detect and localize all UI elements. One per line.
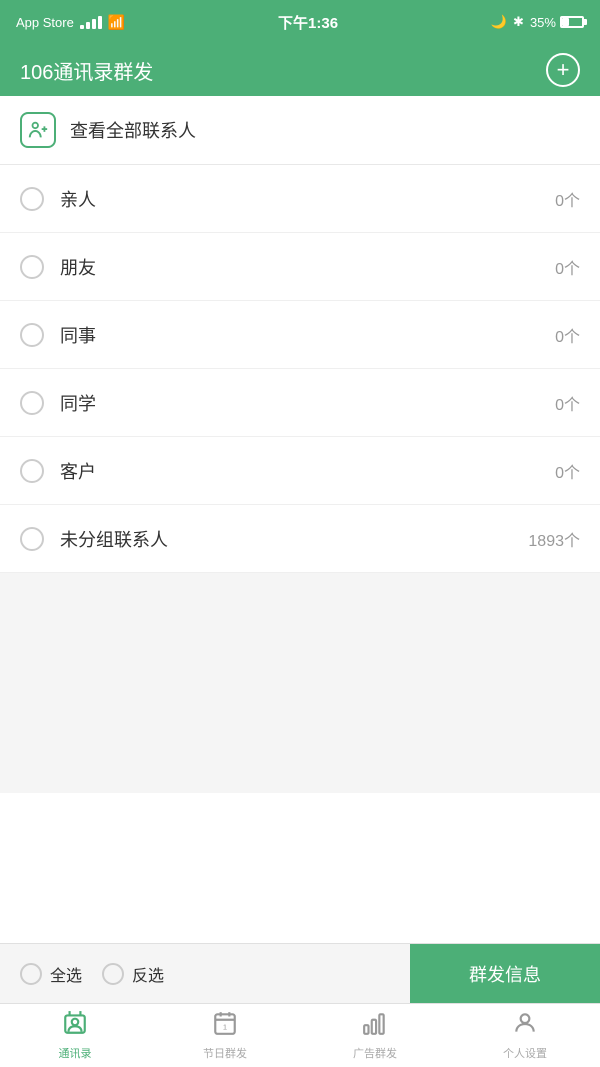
- group-item-3[interactable]: 同学 0个: [0, 369, 600, 437]
- bluetooth-icon: ✱: [513, 14, 524, 30]
- tab-holiday[interactable]: 1 节日群发: [150, 1004, 300, 1067]
- status-bar: App Store 📶 下午1:36 🌙 ✱ 35%: [0, 0, 600, 44]
- svg-text:1: 1: [223, 1023, 227, 1032]
- group-name-1: 朋友: [60, 254, 539, 280]
- page-title: 106通讯录群发: [20, 56, 153, 85]
- moon-icon: 🌙: [491, 14, 507, 30]
- wifi-icon: 📶: [108, 14, 125, 31]
- select-all-label: 全选: [50, 962, 82, 986]
- group-name-0: 亲人: [60, 186, 539, 212]
- group-count-5: 1893个: [528, 527, 580, 551]
- radio-ungrouped[interactable]: [20, 527, 44, 551]
- tab-holiday-icon: 1: [212, 1010, 238, 1041]
- radio-pengyou[interactable]: [20, 255, 44, 279]
- group-list: 亲人 0个 朋友 0个 同事 0个 同学 0个: [0, 165, 600, 573]
- tab-settings-label: 个人设置: [503, 1045, 547, 1061]
- select-all-item[interactable]: 全选: [20, 962, 82, 986]
- carrier-label: App Store: [16, 15, 74, 30]
- invert-select-item[interactable]: 反选: [102, 962, 164, 986]
- group-count-0: 0个: [555, 187, 580, 211]
- send-message-button[interactable]: 群发信息: [410, 944, 600, 1004]
- signal-icon: [80, 16, 102, 29]
- radio-tongshi[interactable]: [20, 323, 44, 347]
- radio-tongxue[interactable]: [20, 391, 44, 415]
- all-contacts-label: 查看全部联系人: [70, 117, 196, 143]
- tab-contacts[interactable]: 通讯录: [0, 1004, 150, 1067]
- group-item-2[interactable]: 同事 0个: [0, 301, 600, 369]
- group-name-3: 同学: [60, 390, 539, 416]
- group-name-5: 未分组联系人: [60, 526, 512, 552]
- group-item-4[interactable]: 客户 0个: [0, 437, 600, 505]
- tab-settings[interactable]: 个人设置: [450, 1004, 600, 1067]
- tab-contacts-icon: [62, 1010, 88, 1041]
- page-root: App Store 📶 下午1:36 🌙 ✱ 35% 106通讯录群发 +: [0, 0, 600, 1067]
- tab-holiday-label: 节日群发: [203, 1045, 247, 1061]
- group-name-2: 同事: [60, 322, 539, 348]
- battery-icon: [560, 16, 584, 28]
- all-contacts-row[interactable]: 查看全部联系人: [0, 96, 600, 165]
- tab-bar: 通讯录 1 节日群发 广告群发: [0, 1003, 600, 1067]
- content-list: 查看全部联系人 亲人 0个 朋友 0个 同事 0个: [0, 96, 600, 943]
- group-item-1[interactable]: 朋友 0个: [0, 233, 600, 301]
- add-button[interactable]: +: [546, 53, 580, 87]
- group-count-3: 0个: [555, 391, 580, 415]
- action-bar: 全选 反选 群发信息: [0, 943, 600, 1003]
- contacts-svg-icon: [27, 119, 49, 141]
- battery-container: 35%: [530, 15, 584, 30]
- action-left: 全选 反选: [20, 962, 410, 986]
- contacts-icon: [20, 112, 56, 148]
- radio-qinren[interactable]: [20, 187, 44, 211]
- header: 106通讯录群发 +: [0, 44, 600, 96]
- tab-contacts-label: 通讯录: [59, 1045, 92, 1061]
- tab-ad-icon: [362, 1010, 388, 1041]
- group-item-5[interactable]: 未分组联系人 1893个: [0, 505, 600, 573]
- invert-select-label: 反选: [132, 962, 164, 986]
- select-all-radio[interactable]: [20, 963, 42, 985]
- group-item-0[interactable]: 亲人 0个: [0, 165, 600, 233]
- invert-select-radio[interactable]: [102, 963, 124, 985]
- group-count-4: 0个: [555, 459, 580, 483]
- empty-space: [0, 573, 600, 793]
- main-content: 查看全部联系人 亲人 0个 朋友 0个 同事 0个: [0, 96, 600, 943]
- group-name-4: 客户: [60, 458, 539, 484]
- status-time: 下午1:36: [278, 12, 338, 33]
- group-count-1: 0个: [555, 255, 580, 279]
- status-right: 🌙 ✱ 35%: [491, 14, 584, 30]
- group-count-2: 0个: [555, 323, 580, 347]
- tab-ad-label: 广告群发: [353, 1045, 397, 1061]
- tab-settings-icon: [512, 1010, 538, 1041]
- radio-kehu[interactable]: [20, 459, 44, 483]
- status-left: App Store 📶: [16, 14, 125, 31]
- tab-ad[interactable]: 广告群发: [300, 1004, 450, 1067]
- battery-percent: 35%: [530, 15, 556, 30]
